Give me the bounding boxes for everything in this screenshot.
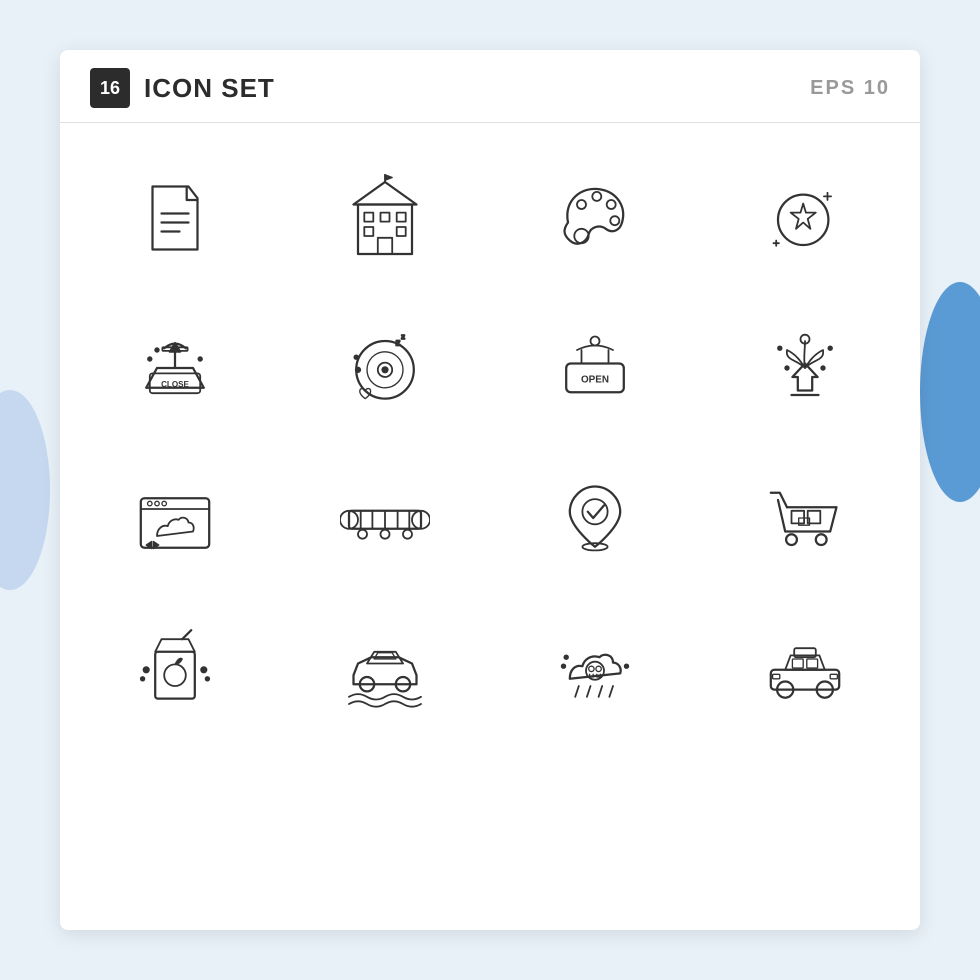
icon-cell-document xyxy=(70,143,280,293)
vinyl-record-icon: z z xyxy=(340,323,430,413)
page-title: ICON SET xyxy=(144,73,275,104)
icon-cell-car-wash xyxy=(280,593,490,743)
location-pin-icon xyxy=(550,473,640,563)
icon-cell-taxi xyxy=(700,593,910,743)
icon-cell-juice xyxy=(70,593,280,743)
document-icon xyxy=(130,173,220,263)
icon-cell-conveyor xyxy=(280,443,490,593)
icon-cell-close-sign: CLOSE xyxy=(70,293,280,443)
header-left: 16 ICON SET xyxy=(90,68,275,108)
palette-icon xyxy=(550,173,640,263)
bg-blob-right xyxy=(920,282,980,502)
format-label: EPS 10 xyxy=(810,77,890,100)
close-sign-icon: CLOSE xyxy=(130,323,220,413)
icon-cell-fleur xyxy=(700,293,910,443)
icon-cell-palette xyxy=(490,143,700,293)
icon-cell-cart xyxy=(700,443,910,593)
sparkle-coin-icon xyxy=(760,173,850,263)
icons-grid: CLOSE z z xyxy=(60,123,920,763)
svg-text:CLOSE: CLOSE xyxy=(161,380,189,389)
cloud-browser-icon xyxy=(130,473,220,563)
building-icon xyxy=(340,173,430,263)
open-sign-icon: OPEN xyxy=(550,323,640,413)
bg-blob-left xyxy=(0,390,50,590)
badge: 16 xyxy=(90,68,130,108)
icon-cell-location xyxy=(490,443,700,593)
icon-cell-cloud-browser xyxy=(70,443,280,593)
juice-box-icon xyxy=(130,623,220,713)
icon-cell-storm-skull xyxy=(490,593,700,743)
icon-cell-vinyl: z z xyxy=(280,293,490,443)
icon-cell-open-sign: OPEN xyxy=(490,293,700,443)
card-header: 16 ICON SET EPS 10 xyxy=(60,50,920,123)
storm-skull-icon xyxy=(550,623,640,713)
svg-text:z: z xyxy=(396,338,401,348)
shopping-cart-icon xyxy=(760,473,850,563)
main-card: 16 ICON SET EPS 10 xyxy=(60,50,920,930)
car-wash-icon xyxy=(340,623,430,713)
icon-cell-sparkle xyxy=(700,143,910,293)
fleur-plant-icon xyxy=(760,323,850,413)
conveyor-icon xyxy=(340,473,430,563)
svg-text:OPEN: OPEN xyxy=(581,374,609,385)
icon-cell-building xyxy=(280,143,490,293)
taxi-car-icon xyxy=(760,623,850,713)
svg-text:z: z xyxy=(401,332,405,341)
